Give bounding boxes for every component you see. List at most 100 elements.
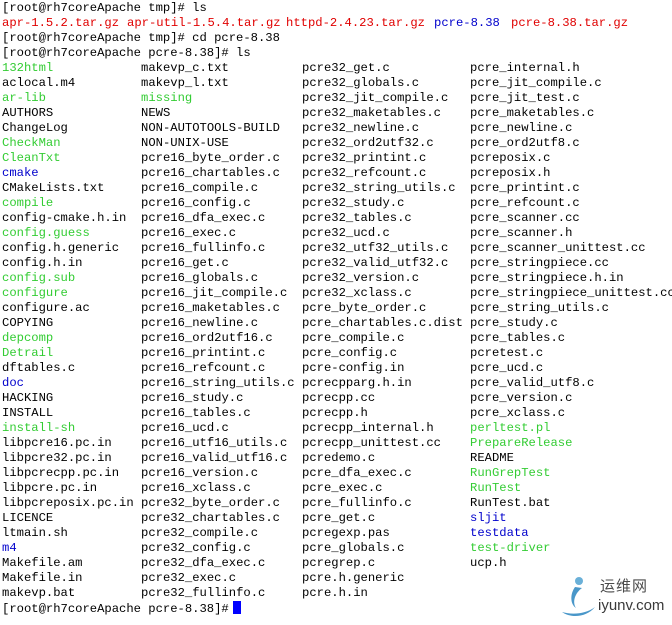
- file-entry: pcre_dfa_exec.c: [302, 466, 412, 480]
- file-entry: pcre_newline.c: [470, 121, 573, 135]
- file-entry: pcre16_version.c: [141, 466, 259, 480]
- executable-entry: compile: [2, 196, 54, 210]
- file-entry: pcre-config.in: [302, 361, 405, 375]
- file-entry: pcre32_xclass.c: [302, 286, 412, 300]
- file-entry: pcre32_fullinfo.c: [141, 586, 266, 600]
- file-entry: pcre32_study.c: [302, 196, 405, 210]
- final-prompt-line[interactable]: [root@rh7coreApache pcre-8.38]#: [2, 601, 241, 616]
- file-entry: pcre.h.generic: [302, 571, 405, 585]
- file-entry: pcre16_ucd.c: [141, 421, 229, 435]
- file-entry: pcrecpp_internal.h: [302, 421, 434, 435]
- file-entry: Makefile.am: [2, 556, 83, 570]
- file-entry: pcre32_exec.c: [141, 571, 237, 585]
- file-entry: pcre32_newline.c: [302, 121, 420, 135]
- file-entry: makevp_c.txt: [141, 61, 229, 75]
- file-entry: pcre32_valid_utf32.c: [302, 256, 449, 270]
- file-entry: pcre_compile.c: [302, 331, 405, 345]
- executable-entry: perltest.pl: [470, 421, 551, 435]
- executable-entry: depcomp: [2, 331, 54, 345]
- command-line-ls-tmp: [root@rh7coreApache tmp]# ls: [2, 1, 207, 15]
- file-entry: dftables.c: [2, 361, 76, 375]
- file-entry: INSTALL: [2, 406, 54, 420]
- executable-entry: CheckMan: [2, 136, 61, 150]
- executable-entry: configure: [2, 286, 68, 300]
- watermark-domain-text: iyunv.com: [598, 597, 665, 614]
- executable-entry: 132html: [2, 61, 54, 75]
- executable-entry: PrepareRelease: [470, 436, 573, 450]
- executable-entry: Detrail: [2, 346, 54, 360]
- executable-entry: missing: [141, 91, 193, 105]
- file-entry: pcre_version.c: [470, 391, 573, 405]
- file-entry: pcrecpp.h: [302, 406, 368, 420]
- file-entry: pcregexp.pas: [302, 526, 390, 540]
- ls-item-archive: httpd-2.4.23.tar.gz: [286, 16, 425, 30]
- file-entry: pcre32_maketables.c: [302, 106, 441, 120]
- file-entry: COPYING: [2, 316, 54, 330]
- ls-item-directory: pcre-8.38: [434, 16, 500, 30]
- executable-entry: ar-lib: [2, 91, 46, 105]
- file-entry: pcre16_fullinfo.c: [141, 241, 266, 255]
- file-entry: pcre_scanner.cc: [470, 211, 580, 225]
- file-entry: pcrecpp.cc: [302, 391, 376, 405]
- file-entry: ChangeLog: [2, 121, 68, 135]
- file-entry: pcre32_ord2utf32.c: [302, 136, 434, 150]
- file-entry: pcre_stringpiece.cc: [470, 256, 609, 270]
- file-entry: libpcre32.pc.in: [2, 451, 112, 465]
- file-entry: pcre_xclass.c: [470, 406, 566, 420]
- command-line-cd: [root@rh7coreApache tmp]# cd pcre-8.38: [2, 31, 280, 45]
- file-entry: pcre_byte_order.c: [302, 301, 427, 315]
- file-entry: pcre_fullinfo.c: [302, 496, 412, 510]
- file-entry: pcreposix.c: [470, 151, 551, 165]
- file-entry: pcredemo.c: [302, 451, 376, 465]
- file-entry: pcre32_get.c: [302, 61, 390, 75]
- file-entry: pcre_chartables.c.dist: [302, 316, 463, 330]
- file-entry: README: [470, 451, 514, 465]
- file-entry: pcre32_byte_order.c: [141, 496, 280, 510]
- file-entry: pcre32_config.c: [141, 541, 251, 555]
- file-entry: ucp.h: [470, 556, 507, 570]
- file-entry: pcre_jit_compile.c: [470, 76, 602, 90]
- ls-item-archive: apr-1.5.2.tar.gz: [2, 16, 120, 30]
- file-entry: HACKING: [2, 391, 54, 405]
- file-entry: pcre32_string_utils.c: [302, 181, 456, 195]
- file-entry: Makefile.in: [2, 571, 83, 585]
- file-entry: pcre16_exec.c: [141, 226, 237, 240]
- file-entry: makevp_l.txt: [141, 76, 229, 90]
- text-cursor: [232, 601, 241, 614]
- file-entry: pcre_string_utils.c: [470, 301, 609, 315]
- file-entry: pcre_internal.h: [470, 61, 580, 75]
- prompt-text: [root@rh7coreApache pcre-8.38]#: [2, 602, 229, 616]
- file-entry: pcre_maketables.c: [470, 106, 595, 120]
- file-entry: AUTHORS: [2, 106, 54, 120]
- file-entry: pcre_valid_utf8.c: [470, 376, 595, 390]
- command-line-ls-pcre: [root@rh7coreApache pcre-8.38]# ls: [2, 46, 251, 60]
- file-entry: libpcrecpp.pc.in: [2, 466, 120, 480]
- file-entry: pcre_get.c: [302, 511, 376, 525]
- ls-item-archive: pcre-8.38.tar.gz: [511, 16, 629, 30]
- file-entry: pcre_globals.c: [302, 541, 405, 555]
- file-entry: pcre16_xclass.c: [141, 481, 251, 495]
- file-entry: configure.ac: [2, 301, 90, 315]
- file-entry: pcre16_chartables.c: [141, 166, 280, 180]
- file-entry: pcrecpparg.h.in: [302, 376, 412, 390]
- file-entry: pcre32_tables.c: [302, 211, 412, 225]
- file-entry: config.h.generic: [2, 241, 120, 255]
- file-entry: pcre32_utf32_utils.c: [302, 241, 449, 255]
- file-entry: pcre_exec.c: [302, 481, 383, 495]
- file-entry: pcre_scanner.h: [470, 226, 573, 240]
- file-entry: pcre_jit_test.c: [470, 91, 580, 105]
- watermark-chinese-text: 运维网: [600, 577, 649, 595]
- file-entry: pcre16_jit_compile.c: [141, 286, 288, 300]
- file-entry: config-cmake.h.in: [2, 211, 127, 225]
- file-entry: pcre16_string_utils.c: [141, 376, 295, 390]
- file-entry: pcre_refcount.c: [470, 196, 580, 210]
- file-entry: pcre16_dfa_exec.c: [141, 211, 266, 225]
- file-entry: pcre16_refcount.c: [141, 361, 266, 375]
- file-entry: config.h.in: [2, 256, 83, 270]
- file-entry: pcre16_byte_order.c: [141, 151, 280, 165]
- file-entry: pcreposix.h: [470, 166, 551, 180]
- file-entry: makevp.bat: [2, 586, 76, 600]
- file-entry: pcre16_globals.c: [141, 271, 259, 285]
- executable-entry: install-sh: [2, 421, 76, 435]
- executable-entry: config.guess: [2, 226, 90, 240]
